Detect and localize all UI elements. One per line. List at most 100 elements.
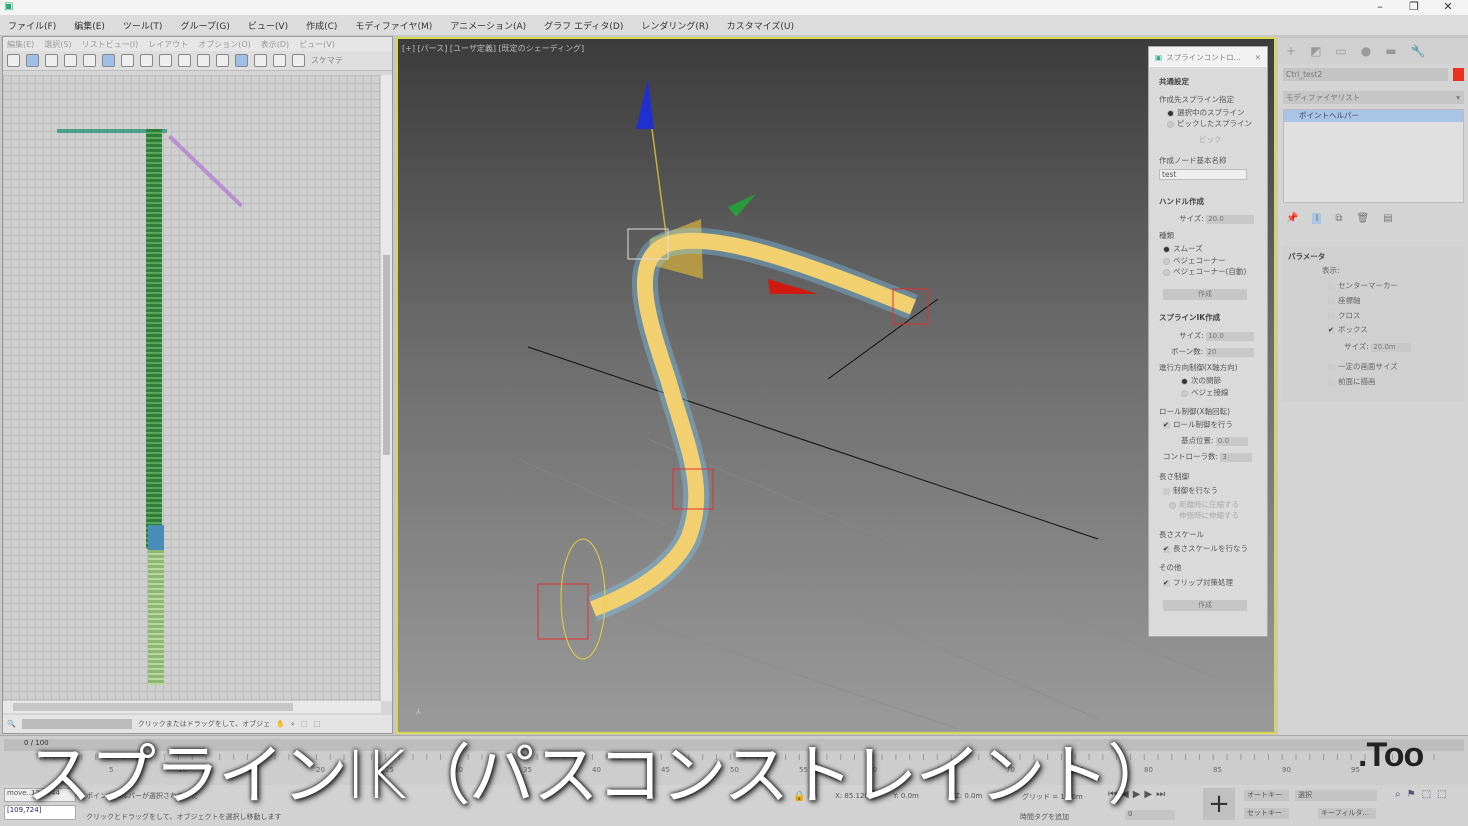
base-position-field[interactable]: 基点位置: 0.0	[1181, 435, 1248, 446]
close-button[interactable]: ✕	[1438, 0, 1458, 13]
move-children-icon[interactable]	[254, 54, 267, 67]
auto-key-button[interactable]: オートキー	[1244, 790, 1289, 801]
motion-tab[interactable]: ●	[1361, 44, 1371, 58]
node-name-input[interactable]: test	[1159, 169, 1247, 180]
radio-bezier-corner-auto[interactable]: ベジェコーナー(自動)	[1163, 266, 1246, 277]
params-title[interactable]: パラメータ	[1288, 251, 1325, 262]
collapse-icon[interactable]	[178, 54, 191, 67]
set-key-button[interactable]: セットキー	[1244, 808, 1289, 819]
create-spline-ik-button[interactable]: 作成	[1163, 600, 1247, 611]
add-child-icon[interactable]	[216, 54, 229, 67]
expand-icon[interactable]	[159, 54, 172, 67]
schem-menu-options[interactable]: オプション(O)	[198, 39, 251, 50]
schematic-graph[interactable]	[3, 75, 381, 701]
create-handle-button[interactable]: 作成	[1163, 289, 1247, 300]
schem-menu-select[interactable]: 選択(S)	[44, 39, 71, 50]
menu-view[interactable]: ビュー(V)	[248, 19, 288, 32]
radio-bezier-corner[interactable]: ベジェコーナー	[1163, 255, 1226, 266]
ik-size-field[interactable]: サイズ: 10.0	[1179, 330, 1255, 341]
references-mode-icon[interactable]	[121, 54, 134, 67]
schem-menu-view[interactable]: ビュー(V)	[299, 39, 335, 50]
maximize-button[interactable]: ❐	[1404, 0, 1424, 13]
hierarchy-tab[interactable]: ▭	[1335, 44, 1346, 58]
create-tab[interactable]: +	[1286, 44, 1296, 58]
spline-nodes[interactable]	[168, 135, 243, 208]
perspective-viewport[interactable]: [+] [パース] [ユーザ定義] [既定のシェーディング] ⅄	[396, 37, 1276, 734]
schem-menu-layout[interactable]: レイアウト	[148, 39, 188, 50]
panel-close-icon[interactable]: ✕	[1255, 53, 1261, 62]
menu-file[interactable]: ファイル(F)	[8, 19, 56, 32]
unlink-icon[interactable]	[64, 54, 77, 67]
up-icon[interactable]	[273, 54, 286, 67]
size-field[interactable]: サイズ: 20.0m	[1344, 341, 1412, 352]
make-unique-icon[interactable]: ⧉	[1335, 213, 1342, 224]
controller-count-field[interactable]: コントローラ数: 3	[1163, 451, 1253, 462]
menu-rendering[interactable]: レンダリング(R)	[641, 19, 708, 32]
minimize-button[interactable]: –	[1370, 0, 1390, 13]
bone-node-column[interactable]	[146, 129, 162, 549]
show-end-result-icon[interactable]: I	[1312, 213, 1322, 224]
scale-checkbox[interactable]: ✔ 長さスケールを行なう	[1163, 543, 1248, 554]
length-checkbox[interactable]: 制御を行なう	[1163, 485, 1218, 496]
utilities-tab[interactable]: 🔧	[1411, 44, 1426, 58]
modifier-list-dropdown[interactable]: モディファイヤリスト ▾	[1283, 91, 1464, 104]
display-floater-icon[interactable]	[7, 54, 20, 67]
configure-sets-icon[interactable]: ▤	[1383, 213, 1392, 224]
axis-tripod-checkbox[interactable]: 座標軸	[1328, 295, 1361, 306]
control-box[interactable]	[537, 583, 589, 640]
spline-ik-bones[interactable]	[590, 232, 916, 617]
radio-next-joint[interactable]: 次の関節	[1181, 375, 1221, 386]
radio-smooth[interactable]: スムーズ	[1163, 243, 1203, 254]
modify-tab[interactable]: ◩	[1310, 44, 1321, 58]
bones-count-field[interactable]: ボーン数: 20	[1171, 346, 1254, 357]
key-filters-button[interactable]: キーフィルタ...	[1318, 808, 1376, 819]
flip-checkbox[interactable]: ✔ フリップ対策処理	[1163, 577, 1233, 588]
section-handle[interactable]: ハンドル作成	[1159, 196, 1204, 207]
menu-create[interactable]: 作成(C)	[306, 19, 337, 32]
constant-screen-size-checkbox[interactable]: 一定の画面サイズ	[1328, 361, 1398, 372]
menu-edit[interactable]: 編集(E)	[74, 19, 105, 32]
pick-button[interactable]: ピック	[1199, 134, 1222, 145]
radio-bezier-tangent[interactable]: ベジェ接線	[1181, 387, 1229, 398]
vertical-scrollbar[interactable]	[381, 75, 392, 701]
schem-menu-listview[interactable]: リストビュー(I)	[82, 39, 139, 50]
hierarchy-mode-icon[interactable]	[102, 54, 115, 67]
section-spline-ik[interactable]: スプラインIK作成	[1159, 312, 1220, 323]
set-key-icon[interactable]: +	[1203, 788, 1235, 820]
selection-set-dropdown[interactable]: 選択	[1295, 790, 1377, 801]
delete-icon[interactable]	[83, 54, 96, 67]
radio-picked-spline[interactable]: ピックしたスプライン	[1167, 118, 1252, 129]
preferences-icon[interactable]	[292, 54, 305, 67]
handle-size-field[interactable]: サイズ: 20.0	[1179, 213, 1255, 224]
menu-customize[interactable]: カスタマイズ(U)	[727, 19, 794, 32]
radio-stretch[interactable]: 伸張時に伸縮する	[1179, 510, 1239, 521]
schem-menu-edit[interactable]: 編集(E)	[7, 39, 34, 50]
center-marker-checkbox[interactable]: センターマーカー	[1328, 280, 1398, 291]
cross-checkbox[interactable]: クロス	[1328, 310, 1361, 321]
object-color-swatch[interactable]	[1453, 68, 1464, 81]
horizontal-scrollbar[interactable]	[3, 701, 381, 713]
schematic-name-field[interactable]: スケマテ	[311, 55, 343, 66]
menu-modifiers[interactable]: モディファイヤ(M)	[355, 19, 432, 32]
radio-compress[interactable]: 距離時に圧縮する	[1169, 499, 1239, 510]
remove-modifier-icon[interactable]: 🗑	[1357, 213, 1370, 224]
section-common[interactable]: 共通設定	[1159, 76, 1189, 87]
connect-icon[interactable]	[45, 54, 58, 67]
object-name-input[interactable]: Ctrl_test2	[1283, 68, 1448, 81]
menu-tools[interactable]: ツール(T)	[123, 19, 163, 32]
viewport-nav-icons[interactable]: ⌕⚑⬚⬚	[1395, 789, 1452, 800]
menu-group[interactable]: グループ(G)	[180, 19, 229, 32]
select-icon[interactable]	[26, 54, 39, 67]
box-checkbox[interactable]: ✔ ボックス	[1328, 324, 1368, 335]
search-icon[interactable]: 🔍	[7, 720, 16, 728]
menu-graph-editors[interactable]: グラフ エディタ(D)	[544, 19, 623, 32]
menu-animation[interactable]: アニメーション(A)	[450, 19, 526, 32]
stack-item-point-helper[interactable]: ポイントヘルパー	[1284, 110, 1463, 122]
align-icon[interactable]	[140, 54, 153, 67]
draw-on-top-checkbox[interactable]: 前面に描画	[1328, 376, 1376, 387]
display-tab[interactable]: ▬	[1385, 44, 1396, 58]
radio-selected-spline[interactable]: 選択中のスプライン	[1167, 107, 1245, 118]
helper-node-column[interactable]	[148, 550, 164, 685]
sync-selection-icon[interactable]	[235, 54, 248, 67]
pin-stack-icon[interactable]: 📌	[1286, 213, 1298, 224]
